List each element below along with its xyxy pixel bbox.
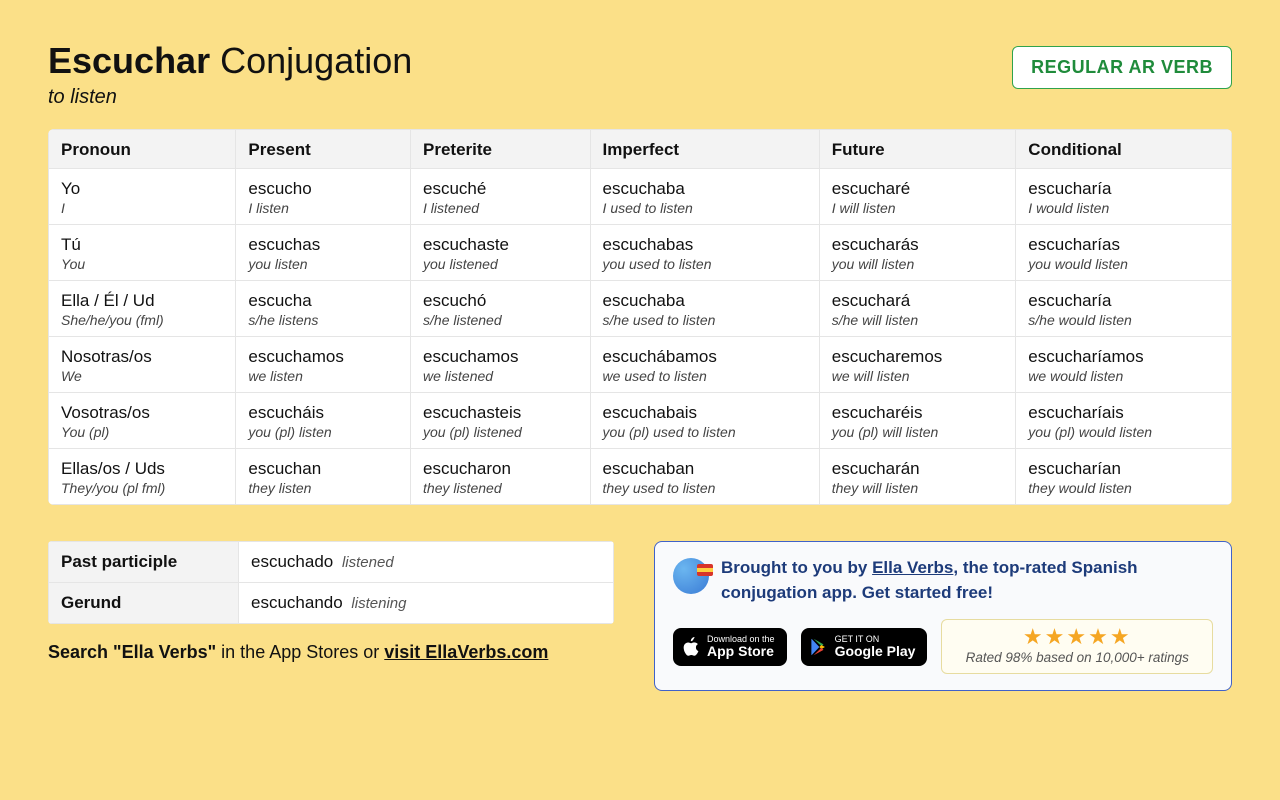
participle-table: Past participle escuchado listened Gerun… [48,541,614,624]
verb-translation: to listen [48,86,412,109]
visit-site-link[interactable]: visit EllaVerbs.com [384,642,548,662]
preterite-cell: escuchasteyou listened [411,225,591,281]
table-row: TúYouescuchasyou listenescuchasteyou lis… [49,225,1232,281]
present-cell: escuchasyou listen [236,225,411,281]
column-header: Present [236,130,411,169]
rating-card: ★★★★★ Rated 98% based on 10,000+ ratings [941,619,1213,674]
preterite-cell: escuchamoswe listened [411,337,591,393]
pronoun-cell: Vosotras/osYou (pl) [49,393,236,449]
title-suffix: Conjugation [220,40,412,81]
preterite-cell: escuchasteisyou (pl) listened [411,393,591,449]
pronoun-cell: YoI [49,169,236,225]
google-play-icon [810,637,828,657]
present-cell: escucháisyou (pl) listen [236,393,411,449]
imperfect-cell: escuchabaI used to listen [590,169,819,225]
rating-text: Rated 98% based on 10,000+ ratings [956,650,1198,665]
future-cell: escucharéI will listen [819,169,1016,225]
star-icons: ★★★★★ [956,626,1198,648]
brand-link[interactable]: Ella Verbs [872,558,953,577]
table-row: Nosotras/osWeescuchamoswe listenescucham… [49,337,1232,393]
column-header: Future [819,130,1016,169]
future-cell: escucharéisyou (pl) will listen [819,393,1016,449]
google-play-button[interactable]: GET IT ON Google Play [801,628,928,666]
pronoun-cell: TúYou [49,225,236,281]
conditional-cell: escucharías/he would listen [1016,281,1232,337]
column-header: Conditional [1016,130,1232,169]
preterite-cell: escucharonthey listened [411,449,591,505]
pronoun-cell: Nosotras/osWe [49,337,236,393]
pronoun-cell: Ella / Él / UdShe/he/you (fml) [49,281,236,337]
imperfect-cell: escuchábamoswe used to listen [590,337,819,393]
future-cell: escucharánthey will listen [819,449,1016,505]
conditional-cell: escucharíaI would listen [1016,169,1232,225]
past-participle-label: Past participle [49,542,239,583]
verb-name: Escuchar [48,40,210,81]
table-row: Ellas/os / UdsThey/you (pl fml)escuchant… [49,449,1232,505]
table-header-row: PronounPresentPreteriteImperfectFutureCo… [49,130,1232,169]
future-cell: escucharemoswe will listen [819,337,1016,393]
table-row: YoIescuchoI listenescuchéI listenedescuc… [49,169,1232,225]
imperfect-cell: escuchabanthey used to listen [590,449,819,505]
imperfect-cell: escuchabaisyou (pl) used to listen [590,393,819,449]
app-store-button[interactable]: Download on the App Store [673,628,787,666]
promo-text: Brought to you by Ella Verbs, the top-ra… [721,556,1213,605]
verb-type-badge: REGULAR AR VERB [1012,46,1232,89]
future-cell: escucharás/he will listen [819,281,1016,337]
app-logo-icon [673,558,709,594]
future-cell: escucharásyou will listen [819,225,1016,281]
past-participle-value: escuchado listened [239,542,614,583]
apple-icon [682,637,700,657]
table-row: Ella / Él / UdShe/he/you (fml)escuchas/h… [49,281,1232,337]
search-instruction: Search "Ella Verbs" in the App Stores or… [48,642,614,663]
conditional-cell: escucharíasyou would listen [1016,225,1232,281]
present-cell: escuchas/he listens [236,281,411,337]
present-cell: escuchamoswe listen [236,337,411,393]
column-header: Pronoun [49,130,236,169]
preterite-cell: escuchós/he listened [411,281,591,337]
gerund-label: Gerund [49,583,239,624]
present-cell: escuchoI listen [236,169,411,225]
conditional-cell: escucharíamoswe would listen [1016,337,1232,393]
table-row: Past participle escuchado listened [49,542,614,583]
table-row: Gerund escuchando listening [49,583,614,624]
table-row: Vosotras/osYou (pl)escucháisyou (pl) lis… [49,393,1232,449]
gerund-value: escuchando listening [239,583,614,624]
column-header: Imperfect [590,130,819,169]
column-header: Preterite [411,130,591,169]
imperfect-cell: escuchabas/he used to listen [590,281,819,337]
conjugation-table: PronounPresentPreteriteImperfectFutureCo… [48,129,1232,505]
page-title: Escuchar Conjugation [48,40,412,82]
promo-card: Brought to you by Ella Verbs, the top-ra… [654,541,1232,691]
conditional-cell: escucharíanthey would listen [1016,449,1232,505]
conditional-cell: escucharíaisyou (pl) would listen [1016,393,1232,449]
preterite-cell: escuchéI listened [411,169,591,225]
present-cell: escuchanthey listen [236,449,411,505]
pronoun-cell: Ellas/os / UdsThey/you (pl fml) [49,449,236,505]
imperfect-cell: escuchabasyou used to listen [590,225,819,281]
page-title-block: Escuchar Conjugation to listen [48,40,412,109]
